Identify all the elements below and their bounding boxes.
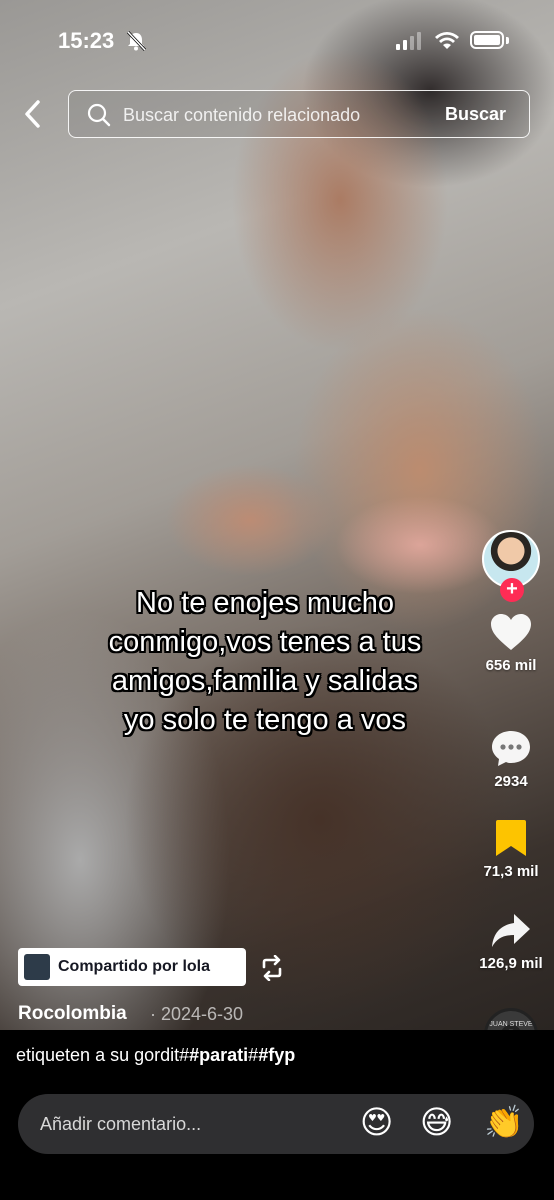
bookmark-icon — [496, 820, 526, 856]
search-button[interactable]: Buscar — [445, 104, 506, 125]
bell-muted-icon — [126, 30, 147, 52]
post-date: · 2024-6-30 — [150, 1004, 244, 1024]
author-name[interactable]: Rocolombia — [18, 1003, 127, 1025]
emoji-sweat-smile-button[interactable]: 😅 — [420, 1102, 453, 1142]
search-bar[interactable]: Buscar — [68, 90, 530, 139]
battery-tip — [506, 37, 509, 44]
save-count: 71,3 mil — [483, 863, 539, 880]
music-disc-label: JUAN STEVE — [489, 1021, 533, 1028]
overlay-line: amigos,familia y salidas — [111, 665, 419, 697]
search-icon — [87, 103, 111, 127]
caption-separator: # — [248, 1045, 259, 1065]
comment-count: 2934 — [494, 773, 528, 790]
share-count: 126,9 mil — [479, 955, 543, 972]
emoji-heart-eyes-button[interactable]: 😍 — [360, 1102, 393, 1142]
caption: etiqueten a su gordit##parati##fyp — [16, 1045, 295, 1066]
share-arrow-icon — [492, 914, 530, 947]
back-arrow-icon[interactable] — [18, 96, 48, 132]
shared-by-avatar — [24, 954, 50, 980]
emoji-clap-button[interactable]: 👏 — [484, 1102, 524, 1142]
repost-icon[interactable] — [258, 955, 286, 981]
shared-by-badge[interactable]: Compartido por lola — [18, 948, 246, 986]
comment-button[interactable]: 2934 — [471, 728, 551, 790]
comment-bubble-icon — [492, 731, 530, 766]
like-button[interactable]: 656 mil — [471, 612, 551, 674]
overlay-line: No te enojes mucho — [136, 587, 394, 619]
search-input[interactable] — [121, 91, 425, 139]
like-count: 656 mil — [485, 657, 537, 674]
creator-avatar-group[interactable]: + — [482, 530, 542, 606]
status-bar: 15:23 — [0, 0, 554, 80]
shared-by-label: Compartido por lola — [58, 958, 210, 975]
overlay-line: yo solo te tengo a vos — [123, 704, 407, 736]
save-button[interactable]: 71,3 mil — [471, 818, 551, 880]
battery-icon — [470, 31, 504, 49]
hashtag-parati[interactable]: #parati — [189, 1045, 248, 1065]
status-time: 15:23 — [58, 28, 115, 53]
heart-icon — [491, 614, 531, 650]
comment-placeholder: Añadir comentario... — [40, 1114, 202, 1134]
hashtag-fyp[interactable]: #fyp — [258, 1045, 295, 1065]
wifi-icon — [435, 32, 459, 49]
video-overlay-text: No te enojes mucho conmigo,vos tenes a t… — [60, 584, 470, 740]
follow-plus-button[interactable]: + — [500, 578, 524, 602]
share-button[interactable]: 126,9 mil — [471, 912, 551, 972]
signal-icon — [396, 32, 421, 50]
overlay-line: conmigo,vos tenes a tus — [108, 626, 422, 658]
caption-text: etiqueten a su gordit# — [16, 1045, 190, 1065]
